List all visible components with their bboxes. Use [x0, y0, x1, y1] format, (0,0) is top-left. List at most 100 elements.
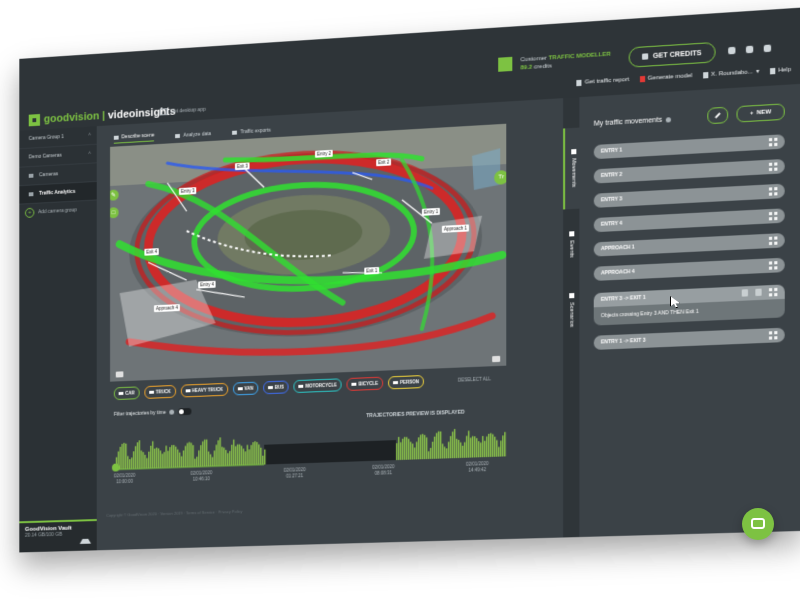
line-label-exit-4[interactable]: Exit 4	[144, 248, 160, 256]
timeline-bar	[165, 445, 167, 468]
right-vertical-tabs: Movements Events Scenarios	[563, 97, 582, 538]
timeline-bar	[234, 446, 237, 466]
class-chip-van[interactable]: VAN	[232, 381, 259, 396]
timeline[interactable]	[110, 416, 506, 485]
trash-icon[interactable]	[755, 288, 762, 297]
line-label-entry-3[interactable]: Entry 3	[178, 187, 197, 195]
chip-label: TRUCK	[155, 389, 171, 395]
new-movement-button[interactable]: + NEW	[736, 103, 785, 123]
grid-icon[interactable]	[768, 187, 778, 196]
movement-item[interactable]: APPROACH 1	[593, 232, 785, 257]
class-chip-person[interactable]: PERSON	[388, 375, 424, 390]
timeline-bar	[254, 441, 256, 465]
chat-button[interactable]	[742, 508, 774, 540]
timeline-bar	[150, 445, 152, 469]
timeline-bar	[415, 441, 417, 459]
timeline-bar	[231, 444, 233, 466]
timeline-bar	[161, 453, 163, 468]
trajectory-toggle-button[interactable]: Tr	[494, 169, 507, 185]
grid-icon[interactable]	[768, 236, 778, 246]
class-chip-bus[interactable]: BUS	[262, 380, 289, 395]
movements-icon	[570, 149, 576, 155]
camera-snapshot-icon[interactable]	[115, 371, 124, 378]
time-filter-toggle[interactable]	[178, 407, 192, 416]
grid-icon[interactable]	[768, 162, 778, 172]
get-traffic-report-button[interactable]: Get traffic report	[576, 76, 629, 86]
zone-label-approach-4[interactable]: Approach 4	[153, 304, 180, 313]
tab-describe-scene[interactable]: Describe scene	[113, 132, 155, 144]
line-label-entry-2[interactable]: Entry 2	[315, 149, 333, 158]
timeline-bar	[252, 442, 254, 465]
desktop-app-label: Get desktop app	[170, 106, 206, 115]
class-chip-truck[interactable]: TRUCK	[144, 384, 176, 399]
generate-model-button[interactable]: Generate model	[639, 72, 693, 82]
tab-events[interactable]: Events	[563, 219, 579, 270]
bell-icon[interactable]	[728, 46, 736, 55]
timeline-bar	[152, 441, 154, 469]
info-icon[interactable]	[169, 409, 175, 415]
movement-item[interactable]: ENTRY 1	[593, 134, 785, 160]
class-chip-bicycle[interactable]: BICYCLE	[346, 376, 384, 392]
tab-label: Analyze data	[183, 130, 212, 139]
timeline-bar	[419, 433, 421, 459]
tab-traffic-exports[interactable]: Traffic exports	[232, 126, 271, 137]
info-icon[interactable]	[666, 117, 672, 123]
grid-icon[interactable]	[768, 211, 778, 221]
get-credits-button[interactable]: GET CREDITS	[628, 41, 716, 68]
movement-item[interactable]: ENTRY 4	[593, 208, 785, 233]
line-label-entry-1[interactable]: Entry 1	[421, 207, 441, 216]
auto-generate-button[interactable]	[707, 106, 729, 125]
zone-label-approach-1[interactable]: Approach 1	[441, 224, 470, 233]
pencil-icon[interactable]	[741, 289, 749, 297]
cart-icon	[642, 53, 649, 60]
tab-scenarios[interactable]: Scenarios	[563, 280, 579, 341]
timeline-bar	[127, 456, 129, 470]
gear-icon[interactable]	[745, 45, 754, 54]
line-label-exit-2[interactable]: Exit 2	[376, 158, 392, 167]
brand-separator: |	[102, 110, 106, 122]
bus-icon	[267, 385, 273, 390]
timeline-bar	[213, 450, 216, 467]
movement-item[interactable]: ENTRY 2	[593, 158, 785, 184]
class-chip-motorcycle[interactable]: MOTORCYCLE	[293, 378, 342, 394]
model-label: Generate model	[647, 72, 693, 82]
upload-icon[interactable]	[79, 530, 92, 544]
get-desktop-app-link[interactable]: Get desktop app	[159, 106, 206, 116]
timeline-bar	[496, 440, 498, 457]
timeline-histogram[interactable]	[110, 416, 506, 474]
timeline-bar	[233, 439, 235, 466]
grid-icon[interactable]	[768, 331, 778, 340]
line-label-exit-3[interactable]: Exit 3	[234, 162, 250, 171]
movement-item[interactable]: ENTRY 1 -> EXIT 3	[593, 327, 785, 350]
grid-icon[interactable]	[768, 261, 778, 270]
deselect-all-button[interactable]: DESELECT ALL	[458, 376, 491, 382]
timeline-bar	[484, 440, 486, 458]
document-icon	[232, 130, 238, 135]
sidebar-item-label: Cameras	[39, 171, 59, 179]
trajectory-canvas[interactable]	[110, 123, 507, 382]
left-sidebar: Camera Group 1 ˄ Demo Cameras ˄ Cameras Tr…	[19, 126, 97, 553]
movement-label: ENTRY 1	[600, 147, 623, 155]
timeline-bar	[457, 439, 460, 459]
movement-item[interactable]: ENTRY 3	[593, 183, 785, 208]
camera-selector[interactable]: X. Roundabo... ▾	[702, 68, 759, 79]
logout-icon[interactable]	[763, 44, 772, 53]
movement-item[interactable]: APPROACH 4	[593, 257, 785, 281]
timeline-bar	[142, 452, 144, 469]
tab-analyze-data[interactable]: Analyze data	[175, 129, 212, 140]
help-button[interactable]: Help	[769, 66, 791, 74]
grid-icon[interactable]	[768, 137, 778, 147]
timeline-bar	[121, 443, 123, 470]
class-chip-car[interactable]: CAR	[113, 386, 140, 401]
timeline-bar	[429, 447, 432, 459]
timeline-time: 02/01/2020 10:46:10	[190, 470, 213, 482]
class-chip-heavy-truck[interactable]: HEAVY TRUCK	[180, 382, 228, 398]
image-icon[interactable]	[492, 355, 501, 363]
car-icon	[118, 391, 124, 396]
timeline-bar	[132, 451, 135, 469]
line-label-entry-4[interactable]: Entry 4	[198, 280, 216, 289]
scene-video[interactable]: Exit 3 Entry 2 Exit 2 Entry 3 Entry 1 Ex…	[110, 123, 507, 382]
grid-icon[interactable]	[768, 287, 778, 297]
line-label-exit-1[interactable]: Exit 1	[364, 266, 380, 275]
brand-logo[interactable]: goodvision | videoinsights	[28, 106, 176, 127]
